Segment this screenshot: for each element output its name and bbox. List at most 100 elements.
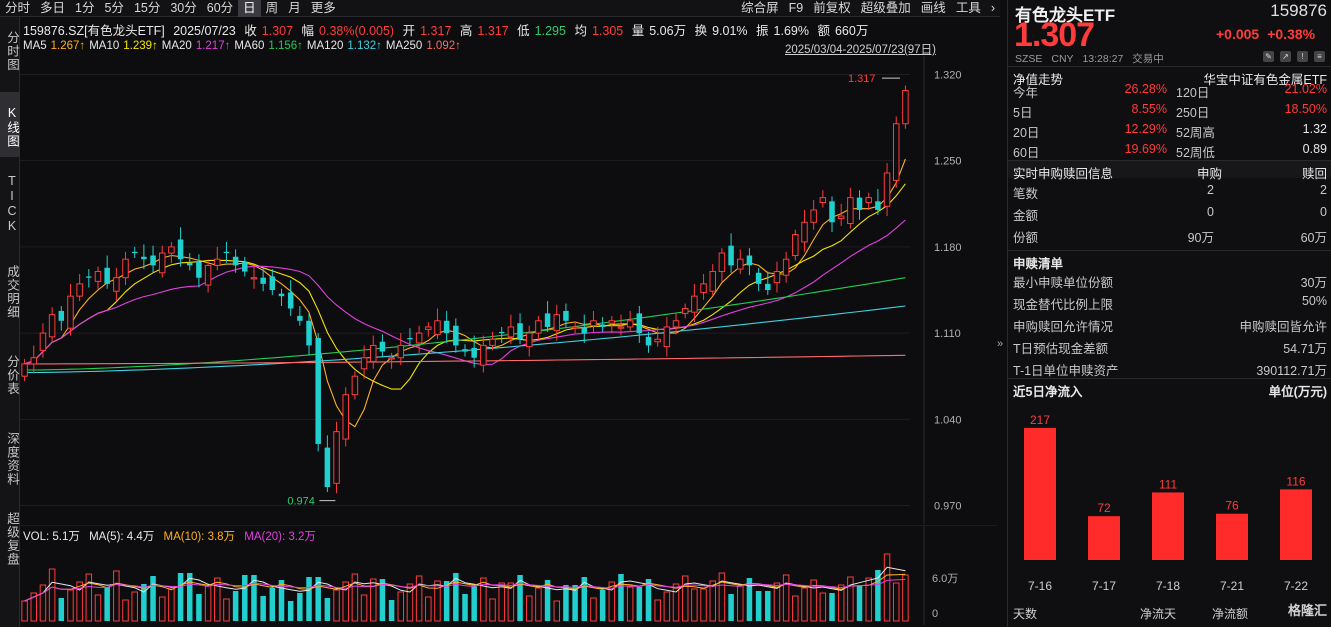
candle-body (415, 332, 423, 344)
candle-body (847, 197, 854, 224)
list-row: 申购赎回允许情况 申购赎回皆允许 (1008, 314, 1331, 334)
period-tab[interactable]: 分时 (0, 0, 35, 17)
perf-row: 60日 19.69% 52周低 0.89 (1008, 140, 1331, 160)
candle-body (782, 258, 790, 276)
toolbar-button[interactable]: 前复权 (808, 0, 856, 17)
vol-ma5: MA(5): 4.4万 (89, 531, 155, 543)
period-tab[interactable]: 1分 (70, 0, 99, 17)
volume-bar (709, 580, 716, 622)
candle-body (553, 314, 561, 332)
view-tab[interactable]: TICK (0, 167, 20, 237)
volume-bar (672, 583, 680, 622)
net-inflow-chart: 217 7-16 72 7-17 111 7-18 76 7-21 116 7-22 (1024, 413, 1312, 593)
collapse-panel-icon[interactable]: » (997, 338, 1003, 350)
toolbar-button[interactable]: 画线 (916, 0, 951, 17)
candle-body (709, 271, 716, 292)
volume-bar (489, 598, 496, 622)
ma-name: MA250 (385, 40, 423, 52)
candle-body (700, 283, 707, 293)
list-value: 54.71万 (1283, 342, 1327, 356)
view-tab[interactable]: 分价表 (0, 342, 20, 404)
candle-body (333, 431, 340, 484)
volume-bar (94, 594, 102, 622)
currency: CNY (1051, 53, 1074, 65)
quote-info-line: 159876.SZ[有色龙头ETF] 2025/07/23 收 1.307 幅 0.… (23, 20, 998, 38)
perf-label: 20日 (1013, 126, 1040, 140)
avg-value: 1.305 (591, 24, 624, 38)
tab-net-amount[interactable]: 净流额 (1212, 605, 1248, 622)
volume-bar (113, 570, 120, 622)
volume-bar (21, 600, 28, 622)
candlestick-chart[interactable]: 1.320 1.250 1.180 1.110 1.040 0.970 1.317 0.974 (20, 56, 997, 524)
share-icon[interactable]: ↗ (1280, 51, 1291, 62)
inflow-value-label: 116 (1286, 474, 1305, 488)
volume-bar (691, 588, 698, 622)
perf-label: 5日 (1013, 106, 1033, 120)
range-label: 幅 (301, 24, 315, 38)
perf-label: 52周低 (1176, 146, 1215, 160)
candle-body (158, 252, 166, 274)
view-tab[interactable]: 深度资料 (0, 422, 20, 492)
period-tab[interactable]: 月 (283, 0, 306, 17)
period-tab[interactable]: 5分 (99, 0, 128, 17)
list-value: 申购赎回皆允许 (1239, 320, 1327, 334)
volume-bar (122, 599, 129, 622)
alert-icon[interactable]: ! (1297, 51, 1308, 62)
min-price-label: 0.974 (287, 496, 315, 508)
tab-days[interactable]: 天数 (1013, 605, 1037, 622)
period-tab[interactable]: 更多 (306, 0, 341, 17)
toolbar-button[interactable]: 综合屏 (736, 0, 784, 17)
amount-value: 660万 (834, 24, 869, 38)
perf-label: 250日 (1176, 106, 1210, 120)
low-label: 低 (517, 24, 530, 38)
volume-bar (755, 591, 762, 621)
volume-bar (168, 588, 175, 622)
view-tab[interactable]: 分时图 (0, 19, 20, 79)
volume-bar (141, 584, 147, 621)
view-tab[interactable]: K线图 (0, 92, 20, 157)
candle-body (801, 221, 808, 243)
amplitude-label: 振 (756, 24, 769, 38)
candle-body (755, 272, 762, 284)
toolbar-button[interactable]: 超级叠加 (856, 0, 916, 17)
ma-value: 1.217↑ (195, 40, 231, 52)
period-tab[interactable]: 15分 (129, 0, 165, 17)
candle-body (902, 89, 909, 125)
volume-bar (525, 595, 533, 622)
period-tab[interactable]: 周 (261, 0, 284, 17)
more-arrow-icon[interactable]: › (986, 0, 1000, 17)
sub-label: 金额 (1013, 209, 1039, 223)
candle-body (351, 375, 359, 396)
y-tick-label: 1.250 (934, 156, 962, 168)
toolbar-button[interactable]: F9 (784, 0, 809, 17)
volume-bar (765, 591, 771, 621)
candle-body (287, 292, 294, 309)
perf-label: 52周高 (1176, 126, 1215, 140)
sub-label: 份额 (1013, 231, 1039, 245)
perf-value: 26.28% (1124, 82, 1167, 96)
toolbar-button[interactable]: 工具 (951, 0, 986, 17)
view-tab[interactable]: 超级复盘 (0, 502, 20, 572)
menu-icon[interactable]: ≡ (1314, 51, 1325, 62)
period-tab[interactable]: 多日 (35, 0, 70, 17)
candle-body (369, 344, 377, 362)
period-tab[interactable]: 30分 (165, 0, 201, 17)
period-tab[interactable]: 日 (238, 0, 261, 17)
ma-name: MA60 (234, 40, 265, 52)
inflow-value-label: 111 (1159, 477, 1178, 491)
volume-bar (737, 585, 744, 622)
period-tab[interactable]: 60分 (202, 0, 238, 17)
tab-net-days[interactable]: 净流天 (1140, 605, 1176, 622)
view-tab[interactable]: 成交明细 (0, 252, 20, 327)
candle-body (544, 313, 551, 327)
date-range-link[interactable]: 2025/03/04-2025/07/23(97日) (785, 41, 936, 57)
last-price: 1.307 (1014, 16, 1095, 54)
volume-bar (158, 596, 166, 622)
edit-icon[interactable]: ✎ (1263, 51, 1274, 62)
subscription-header: 实时申购赎回信息 申购 赎回 (1008, 160, 1331, 181)
candle-body (837, 215, 845, 220)
list-label: 申购赎回允许情况 (1013, 320, 1114, 334)
list-label: 现金替代比例上限 (1013, 298, 1114, 312)
candle-body (131, 251, 138, 254)
ma-line (24, 158, 906, 428)
